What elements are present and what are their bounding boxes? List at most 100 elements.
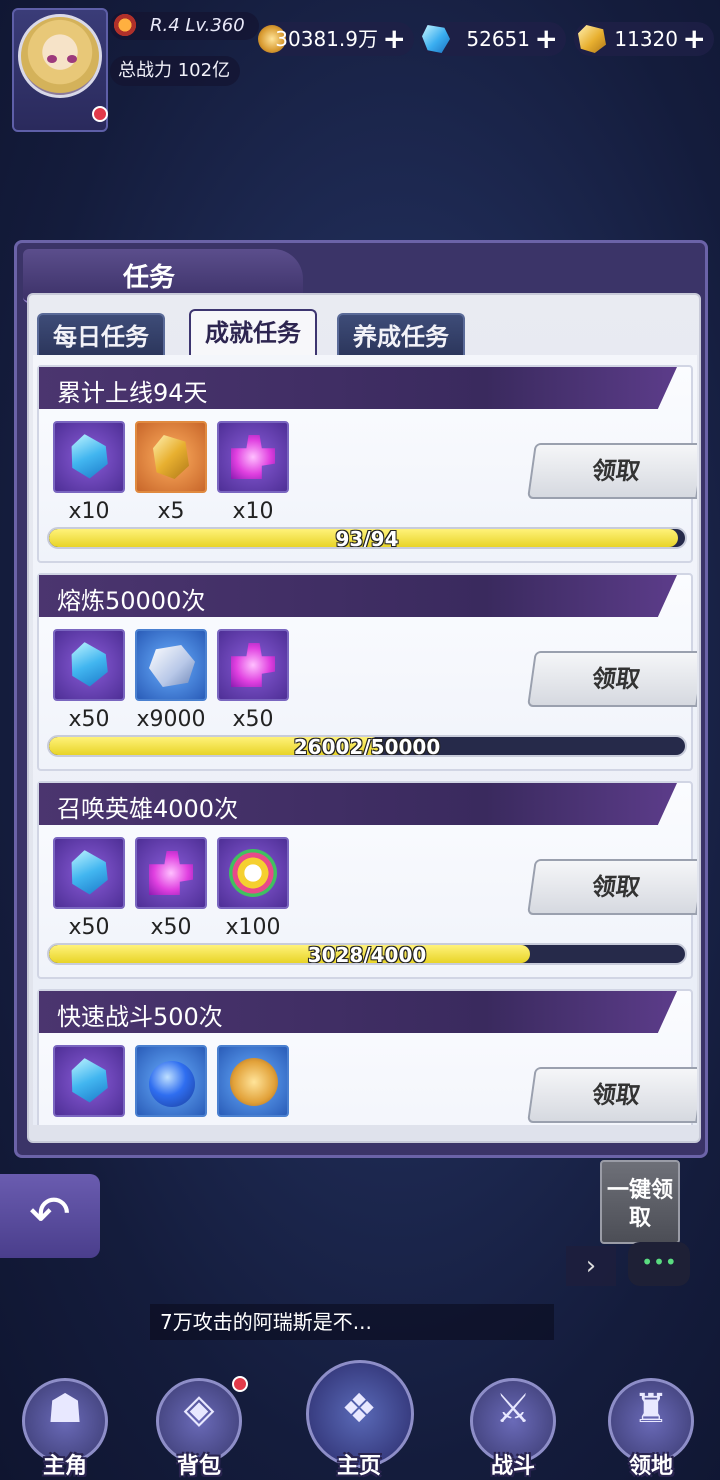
progress-text: 93/94 xyxy=(335,527,399,549)
blue-diamond-icon xyxy=(422,25,450,53)
nav-bag[interactable]: ◈ 背包 xyxy=(134,1360,264,1480)
reward-item[interactable] xyxy=(135,837,207,909)
bag-notification-dot xyxy=(232,1376,248,1392)
total-power: 总战力 102亿 xyxy=(110,56,241,86)
nav-home[interactable]: ❖ 主页 xyxy=(294,1360,424,1480)
nav-territory[interactable]: ♜ 领地 xyxy=(586,1360,716,1480)
nav-label: 背包 xyxy=(176,1453,221,1479)
progress-bar: 3028/4000 xyxy=(47,943,687,965)
task-title: 快速战斗500次 xyxy=(57,1003,223,1031)
swords-glyph: ⚔ xyxy=(495,1386,531,1432)
reward-qty: x50 xyxy=(68,915,110,940)
reward-item[interactable] xyxy=(217,421,289,493)
claim-button[interactable]: 领取 xyxy=(527,443,697,499)
add-diamond-button[interactable]: + xyxy=(535,22,558,56)
reward-qty: x50 xyxy=(68,707,110,732)
player-avatar[interactable] xyxy=(18,14,102,98)
progress-bar: 26002/50000 xyxy=(47,735,687,757)
reward-qty: x9000 xyxy=(136,707,206,732)
reward-qty: x10 xyxy=(68,499,110,524)
purple-puzzle-icon xyxy=(149,851,193,895)
task-card: 召唤英雄4000次 x50 x50 x100 领取 3028/4000 xyxy=(37,781,697,979)
top-bar: R.4 Lv.360 总战力 102亿 30381.9万 + 52651 + 1… xyxy=(0,0,720,140)
player-avatar-frame[interactable] xyxy=(12,8,108,132)
chat-icon[interactable]: ••• xyxy=(628,1242,690,1286)
tab-growth[interactable]: 养成任务 xyxy=(337,313,465,355)
reward-qty: x10 xyxy=(232,499,274,524)
nav-label: 战斗 xyxy=(490,1453,535,1479)
one-click-claim-button[interactable]: 一键领取 xyxy=(600,1160,680,1244)
nav-label: 领地 xyxy=(628,1453,673,1479)
gold-laurel-coin-icon xyxy=(230,1058,278,1106)
nav-battle[interactable]: ⚔ 战斗 xyxy=(448,1360,578,1480)
reward-item[interactable] xyxy=(217,837,289,909)
task-header: 召唤英雄4000次 xyxy=(39,783,677,825)
progress-text: 3028/4000 xyxy=(307,943,427,965)
resource-diamond: 52651 + xyxy=(420,22,566,56)
resource-crystal: 11320 + xyxy=(574,22,714,56)
reward-item[interactable] xyxy=(217,629,289,701)
blue-diamond-icon xyxy=(63,639,114,690)
gold-crystal-icon xyxy=(153,435,189,479)
blue-diamond-icon xyxy=(63,847,114,898)
claim-button[interactable]: 领取 xyxy=(527,859,697,915)
reward-item[interactable] xyxy=(217,1045,289,1117)
task-header: 熔炼50000次 xyxy=(39,575,677,617)
tab-daily[interactable]: 每日任务 xyxy=(37,313,165,355)
task-header: 快速战斗500次 xyxy=(39,991,677,1033)
add-crystal-button[interactable]: + xyxy=(683,22,706,56)
task-card: 快速战斗500次 领取 xyxy=(37,989,697,1125)
claim-button[interactable]: 领取 xyxy=(527,651,697,707)
rank-badge-icon xyxy=(112,12,138,38)
blue-potion-icon xyxy=(149,1061,195,1107)
panel-title: 任务 xyxy=(123,263,176,293)
nav-label: 主角 xyxy=(42,1453,87,1479)
blue-diamond-icon xyxy=(63,1055,114,1106)
task-header: 累计上线94天 xyxy=(39,367,677,409)
avatar-notification-dot xyxy=(92,106,108,122)
reward-item[interactable] xyxy=(53,1045,125,1117)
avatar-eye-left xyxy=(47,55,57,63)
chat-message[interactable]: 7万攻击的阿瑞斯是不... xyxy=(150,1304,554,1340)
reward-item[interactable] xyxy=(135,1045,207,1117)
task-title: 召唤英雄4000次 xyxy=(57,795,239,823)
chat-expand-button[interactable]: › xyxy=(566,1246,616,1286)
reward-item[interactable] xyxy=(53,837,125,909)
reward-item[interactable] xyxy=(135,421,207,493)
nav-label: 主页 xyxy=(336,1453,381,1479)
task-card: 累计上线94天 x10 x5 x10 领取 93/94 xyxy=(37,365,697,563)
task-title: 累计上线94天 xyxy=(57,379,208,407)
progress-bar: 93/94 xyxy=(47,527,687,549)
hero-glyph: ☗ xyxy=(47,1386,83,1432)
nav-hero[interactable]: ☗ 主角 xyxy=(0,1360,130,1480)
task-list[interactable]: 累计上线94天 x10 x5 x10 领取 93/94 熔炼50000次 x50… xyxy=(33,355,697,1125)
crystal-value: 11320 xyxy=(614,27,678,51)
task-card: 熔炼50000次 x50 x9000 x50 领取 26002/50000 xyxy=(37,573,697,771)
bag-glyph: ◈ xyxy=(183,1386,215,1432)
blue-diamond-icon xyxy=(63,431,114,482)
resource-gold: 30381.9万 + xyxy=(258,22,414,56)
reward-qty: x50 xyxy=(150,915,192,940)
tab-achievement[interactable]: 成就任务 xyxy=(189,309,317,355)
claim-button[interactable]: 领取 xyxy=(527,1067,697,1123)
reward-qty: x50 xyxy=(232,707,274,732)
back-swirl-icon: ↶ xyxy=(29,1185,71,1243)
gold-value: 30381.9万 xyxy=(275,27,378,51)
silver-ore-icon xyxy=(149,645,195,687)
avatar-eye-right xyxy=(67,55,77,63)
reward-qty: x5 xyxy=(157,499,185,524)
add-gold-button[interactable]: + xyxy=(383,22,406,56)
back-button[interactable]: ↶ xyxy=(0,1174,100,1258)
diamond-value: 52651 xyxy=(466,27,530,51)
rainbow-medal-icon xyxy=(229,849,277,897)
bottom-nav: ☗ 主角 ◈ 背包 ❖ 主页 ⚔ 战斗 ♜ 领地 xyxy=(0,1360,720,1480)
purple-puzzle-icon xyxy=(231,643,275,687)
reward-item[interactable] xyxy=(135,629,207,701)
task-title: 熔炼50000次 xyxy=(57,587,206,615)
reward-item[interactable] xyxy=(53,629,125,701)
progress-text: 26002/50000 xyxy=(293,735,441,757)
reward-item[interactable] xyxy=(53,421,125,493)
reward-qty: x100 xyxy=(225,915,281,940)
book-glyph: ❖ xyxy=(341,1386,377,1432)
castle-glyph: ♜ xyxy=(633,1386,669,1432)
